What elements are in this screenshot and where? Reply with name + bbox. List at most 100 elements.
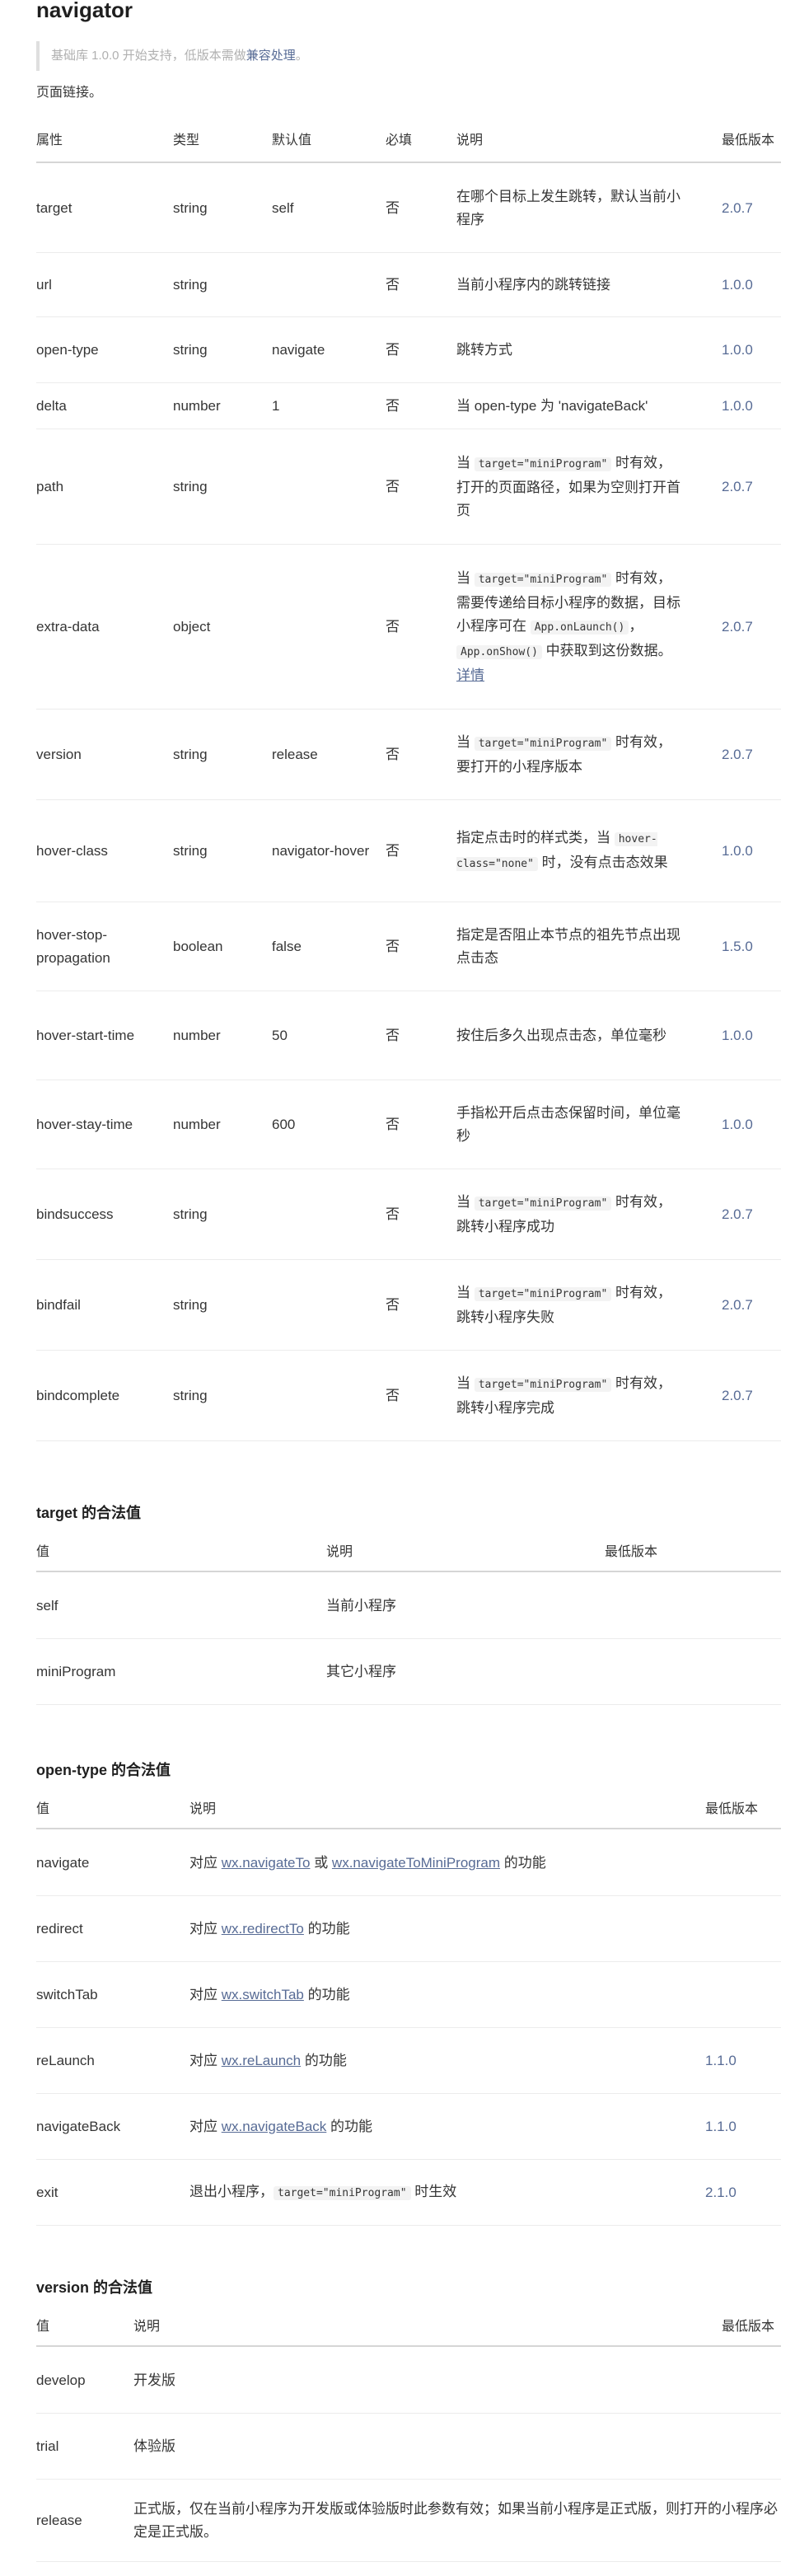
prop-version: 1.5.0 [722,902,781,991]
table-row: hover-class string navigator-hover 否 指定点击时的样… [36,800,781,902]
prop-version: 2.0.7 [722,545,781,709]
prop-name-text: open-type [36,341,99,358]
prop-type: string [173,253,264,316]
value-description: 正式版，仅在当前小程序为开发版或体验版时此参数有效；如果当前小程序是正式版，则打… [133,2498,781,2544]
value-desc: 对应 wx.navigateTo 或 wx.navigateToMiniProg… [189,1830,546,1895]
column-header: 最低版本 [722,2320,775,2334]
text-run: 跳转方式 [456,341,512,358]
note-prefix: 基础库 1.0.0 开始支持，低版本需做 [51,49,246,63]
prop-default [272,545,371,709]
prop-type-text: string [173,1296,208,1313]
doc-link[interactable]: wx.redirectTo [222,1921,304,1937]
column-header: 值 [36,2320,50,2334]
prop-version: 2.0.7 [722,1169,781,1259]
value-desc: 退出小程序， target="miniProgram" 时生效 [189,2160,456,2225]
prop-description: 当 target="miniProgram" 时有效，跳转小程序完成 [456,1372,684,1420]
column-header: 值 [36,1545,50,1559]
column-header: 最低版本 [605,1545,658,1559]
value-name: navigate [36,1830,181,1895]
prop-description: 指定是否阻止本节点的祖先节点出现点击态 [456,924,684,970]
prop-version-text: 1.0.0 [722,398,753,414]
prop-default-text: false [272,938,302,954]
prop-required-text: 否 [386,1206,400,1222]
value-name: develop [36,2348,125,2413]
prop-type: string [173,164,264,252]
table-row: delta number 1 否 当 open-type 为 'navigateBack… [36,383,781,429]
prop-desc: 指定是否阻止本节点的祖先节点出现点击态 [456,902,684,991]
doc-link[interactable]: wx.reLaunch [222,2053,301,2068]
prop-name-text: url [36,276,52,293]
doc-link[interactable]: 详情 [456,667,484,683]
table-header: 值 说明 最低版本 [36,1787,781,1829]
text-run: 当 [456,569,475,586]
note-suffix: 。 [295,49,308,63]
prop-name: bindfail [36,1260,160,1350]
inline-code: target="miniProgram" [474,1196,612,1211]
prop-type: string [173,317,264,382]
inline-code: target="miniProgram" [474,736,612,751]
value-desc: 其它小程序 [326,1639,396,1704]
doc-link[interactable]: wx.navigateToMiniProgram [332,1855,500,1871]
prop-required: 否 [386,429,435,544]
prop-desc: 当 target="miniProgram" 时有效，跳转小程序完成 [456,1351,684,1440]
value-row: trial 体验版 [36,2414,781,2480]
value-version: 2.1.0 [705,2160,737,2225]
inline-code: App.onLaunch() [530,620,629,635]
prop-name: url [36,253,160,316]
prop-name-text: bindcomplete [36,1387,120,1403]
prop-type-text: number [173,398,221,414]
value-version-text: 1.1.0 [705,2118,737,2134]
prop-required-text: 否 [386,199,400,216]
value-name: trial [36,2414,125,2479]
value-name-text: trial [36,2438,59,2454]
prop-required: 否 [386,1260,435,1350]
doc-link[interactable]: wx.navigateTo [222,1855,311,1871]
prop-default: release [272,710,371,799]
prop-name-text: bindsuccess [36,1206,114,1222]
prop-description: 手指松开后点击态保留时间，单位毫秒 [456,1102,684,1148]
text-run: 对应 [189,2052,222,2068]
prop-version-text: 2.0.7 [722,1387,753,1403]
text-run: 手指松开后点击态保留时间，单位毫秒 [456,1104,680,1144]
intro-text: 页面链接。 [36,86,103,100]
doc-link[interactable]: wx.switchTab [222,1987,304,2002]
prop-required-text: 否 [386,1116,400,1132]
value-version: 1.1.0 [705,2028,737,2093]
value-name-text: reLaunch [36,2052,95,2068]
text-run: 体验版 [133,2438,175,2454]
prop-type-text: number [173,1116,221,1132]
compat-link[interactable]: 兼容处理 [246,49,296,63]
prop-version: 1.0.0 [722,991,781,1080]
column-header: 属性 [36,133,63,148]
doc-link[interactable]: wx.navigateBack [222,2119,327,2134]
inline-code: target="miniProgram" [474,1286,612,1301]
prop-name-text: path [36,478,64,494]
prop-name: hover-start-time [36,991,160,1080]
prop-required-text: 否 [386,1296,400,1313]
column-header: 默认值 [272,133,312,148]
value-desc: 对应 wx.redirectTo 的功能 [189,1896,350,1961]
prop-default-text: 50 [272,1027,288,1043]
value-desc: 对应 wx.reLaunch 的功能 [189,2028,347,2093]
text-run: 当 [456,454,475,471]
prop-type: string [173,1169,264,1259]
prop-name: bindsuccess [36,1169,160,1259]
prop-desc: 当 target="miniProgram" 时有效，打开的页面路径，如果为空则… [456,429,684,544]
value-name: navigateBack [36,2094,181,2159]
value-name: miniProgram [36,1639,318,1704]
prop-type: string [173,1351,264,1440]
text-run: 按住后多久出现点击态，单位毫秒 [456,1027,666,1043]
prop-version-text: 2.0.7 [722,478,753,494]
text-run: 对应 [189,2118,222,2134]
prop-required: 否 [386,902,435,991]
prop-required: 否 [386,164,435,252]
value-description: 体验版 [133,2435,175,2458]
prop-default-text: 600 [272,1116,296,1132]
prop-name-text: target [36,199,72,216]
prop-description: 当 target="miniProgram" 时有效，跳转小程序失败 [456,1281,684,1329]
prop-required-text: 否 [386,1027,400,1043]
prop-required-text: 否 [386,618,400,635]
prop-name: hover-stay-time [36,1080,160,1169]
prop-type: string [173,800,264,902]
prop-default: 50 [272,991,371,1080]
